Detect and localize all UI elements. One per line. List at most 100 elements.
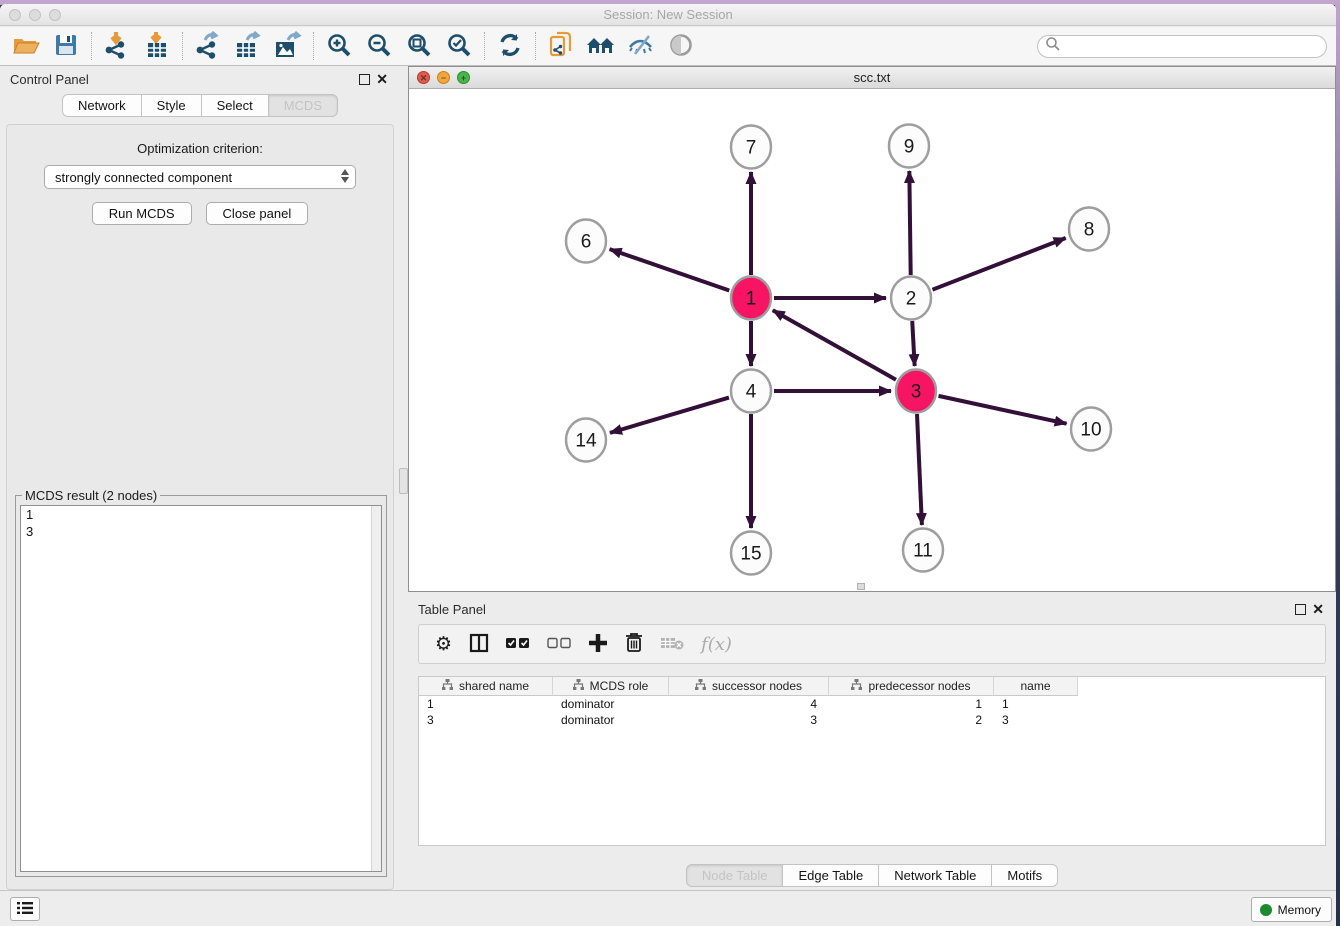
table-row[interactable]: 1 dominator 4 1 1 [419,696,1325,712]
tab-style[interactable]: Style [141,94,202,117]
graph-node-8[interactable]: 8 [1069,208,1109,251]
optimization-criterion-label: Optimization criterion: [7,141,393,156]
graph-edge-3-10[interactable] [938,396,1066,424]
tab-node-table[interactable]: Node Table [686,864,784,887]
table-row[interactable]: 3 dominator 3 2 3 [419,712,1325,728]
graph-node-3[interactable]: 3 [896,370,936,413]
zoom-in-button[interactable] [319,30,359,62]
delete-column-button[interactable] [625,629,643,659]
close-panel-button[interactable]: Close panel [206,202,309,225]
result-line: 1 [21,506,381,523]
column-header-shared-name[interactable]: shared name [419,677,553,696]
home-neighbors-button[interactable] [581,30,621,62]
search-input[interactable] [1061,37,1326,55]
function-builder-button[interactable]: f(x) [701,629,732,659]
graph-edge-2-9[interactable] [909,171,910,275]
window-titlebar[interactable]: Session: New Session [0,4,1336,26]
graph-node-1[interactable]: 1 [731,277,771,320]
column-header-successor-nodes[interactable]: successor nodes [669,677,829,696]
session-title: Session: New Session [0,7,1336,22]
tab-mcds[interactable]: MCDS [268,94,338,117]
export-table-icon [235,31,261,62]
export-image-button[interactable] [268,30,308,62]
toolbar-separator [313,32,314,60]
table-settings-button[interactable]: ⚙ [435,629,452,659]
select-all-columns-button[interactable] [506,629,530,659]
graph-node-2[interactable]: 2 [891,277,931,320]
tab-select[interactable]: Select [201,94,269,117]
fx-icon: f(x) [701,634,732,655]
graph-node-4[interactable]: 4 [731,370,771,413]
run-mcds-button[interactable]: Run MCDS [92,202,192,225]
graph-node-7[interactable]: 7 [731,126,771,169]
mcds-result-list[interactable]: 1 3 [20,505,382,872]
close-panel-icon[interactable]: ✕ [376,71,388,87]
tab-network[interactable]: Network [62,94,142,117]
graph-edge-3-11[interactable] [917,414,922,525]
table-panel-tabs: Node Table Edge Table Network Table Moti… [408,864,1336,887]
memory-status-icon [1260,904,1272,916]
close-table-panel-icon[interactable]: ✕ [1312,601,1324,617]
double-home-icon [586,34,616,59]
import-network-button[interactable] [97,30,137,62]
graph-edge-2-3[interactable] [912,321,914,366]
zoom-selected-button[interactable] [439,30,479,62]
save-session-button[interactable] [46,30,86,62]
graph-node-14[interactable]: 14 [566,419,606,462]
show-elements-button[interactable] [661,30,701,62]
graph-edge-2-8[interactable] [932,238,1065,290]
tab-motifs[interactable]: Motifs [991,864,1058,887]
float-panel-icon[interactable] [359,74,370,85]
export-network-button[interactable] [188,30,228,62]
open-session-button[interactable] [6,30,46,62]
column-header-name[interactable]: name [994,677,1078,696]
result-line: 3 [21,523,381,540]
graph-node-15[interactable]: 15 [731,532,771,575]
result-scrollbar[interactable] [371,506,381,871]
graph-edge-4-14[interactable] [610,398,729,433]
graph-edge-1-6[interactable] [610,249,730,290]
node-table: shared name MCDS role successor nodes pr… [418,676,1326,846]
network-resize-grip[interactable] [857,583,865,590]
hide-elements-button[interactable] [621,30,661,62]
plus-icon [588,633,608,656]
unselect-all-columns-button[interactable] [547,629,571,659]
tab-edge-table[interactable]: Edge Table [782,864,879,887]
zoom-selected-icon [446,32,472,61]
open-folder-icon [12,33,40,60]
main-toolbar [0,27,1336,66]
graph-node-label: 14 [575,431,597,452]
delete-table-button[interactable] [660,629,684,659]
show-columns-button[interactable] [469,629,489,659]
graph-node-10[interactable]: 10 [1071,408,1111,451]
import-table-button[interactable] [137,30,177,62]
column-header-mcds-role[interactable]: MCDS role [553,677,669,696]
panel-splitter-handle[interactable] [399,468,408,494]
network-window-titlebar[interactable]: ✕ − + scc.txt [409,67,1335,89]
list-icon [17,901,33,918]
copy-documents-button[interactable] [541,30,581,62]
graph-node-11[interactable]: 11 [903,529,943,572]
graph-node-6[interactable]: 6 [566,220,606,263]
tab-network-table[interactable]: Network Table [878,864,992,887]
add-column-button[interactable] [588,629,608,659]
memory-button[interactable]: Memory [1251,897,1332,922]
mcds-panel-body: Optimization criterion: strongly connect… [6,124,394,890]
zoom-fit-button[interactable] [399,30,439,62]
export-table-button[interactable] [228,30,268,62]
float-table-panel-icon[interactable] [1295,604,1306,615]
task-history-button[interactable] [10,897,40,921]
graph-node-label: 8 [1084,220,1095,241]
network-graph-canvas[interactable]: 7 9 6 8 1 2 4 3 14 10 15 11 [409,89,1335,591]
column-header-predecessor-nodes[interactable]: predecessor nodes [829,677,994,696]
search-field[interactable] [1037,35,1327,58]
toolbar-separator [182,32,183,60]
refresh-layout-button[interactable] [490,30,530,62]
graph-edge-3-1[interactable] [773,310,896,379]
zoom-out-button[interactable] [359,30,399,62]
criterion-value: strongly connected component [55,170,232,185]
graph-node-9[interactable]: 9 [889,125,929,168]
mcds-result-group: MCDS result (2 nodes) 1 3 [15,495,387,877]
mcds-result-title: MCDS result (2 nodes) [22,488,160,503]
criterion-dropdown[interactable]: strongly connected component [44,165,356,189]
